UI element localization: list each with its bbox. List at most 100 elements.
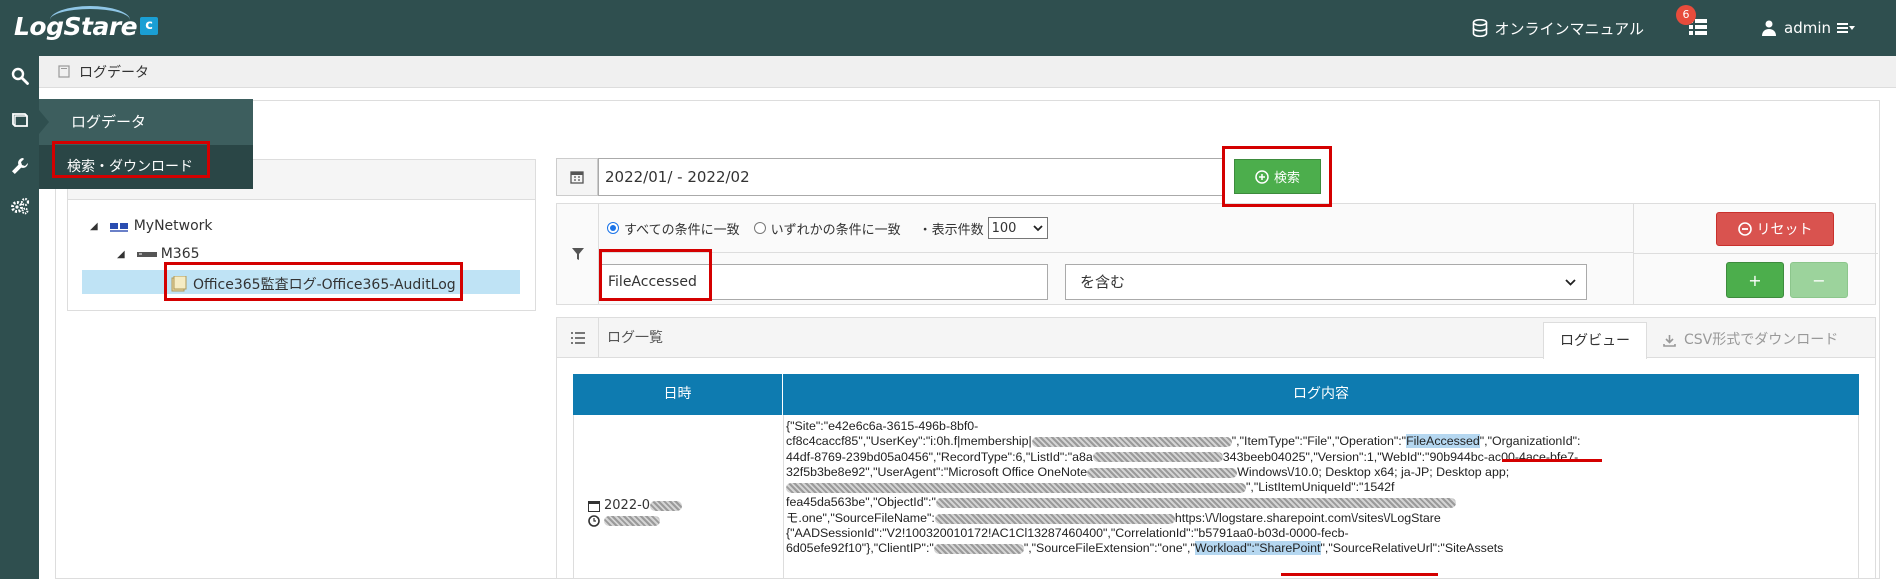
left-sidebar [0,56,39,579]
log-list-title: ログ一覧 [607,330,663,346]
logo-arc [50,6,130,20]
search-icon [11,67,29,85]
online-manual-label: オンラインマニュアル [1494,19,1644,38]
log-list-header: ログ一覧 ログビュー CSV形式でダウンロード [557,318,1875,359]
filter-options-row: すべての条件に一致 いずれかの条件に一致 ・表示件数 100 [599,204,1633,253]
collapse-arrow-icon[interactable]: ◢ [90,221,98,232]
log-text: ","ListItemUniqueId":"1542f [1246,480,1395,495]
log-text: ","OrganizationId": [1479,434,1581,449]
log-content-line: ","ListItemUniqueId":"1542f [786,480,1852,495]
date-cell: 2022-0 [574,415,784,579]
filter-icon-column [557,204,599,304]
condition-value: を含む [1080,273,1126,291]
tab-log-view[interactable]: ログビュー [1543,322,1647,359]
database-icon [1473,19,1488,37]
highlight-underline [1502,459,1602,462]
log-text: {"AADSessionId":"V2!100320010172!AC1Cl13… [786,526,1349,541]
gears-icon [10,197,29,215]
page-icon [58,65,70,78]
annotation-box [1222,146,1332,207]
user-icon [1762,20,1776,36]
flyout-title[interactable]: ログデータ [39,99,253,145]
logo[interactable]: LogStare c [14,6,159,44]
server-icon [136,252,157,257]
redacted-mark [1087,467,1238,478]
redacted-mark [1031,437,1232,448]
log-text: https:\/\/logstare.sharepoint.com\/sites… [1174,510,1441,525]
display-count-select[interactable]: 100 [987,217,1048,239]
column-header-content[interactable]: ログ内容 [783,374,1859,415]
reset-button[interactable]: リセット [1716,212,1834,246]
log-text: fea45da563be","ObjectId":" [786,495,936,510]
add-condition-button[interactable]: + [1726,262,1784,298]
display-count-value: 100 [991,220,1017,236]
network-icon [109,223,128,232]
user-name: admin [1784,19,1831,37]
wrench-icon [11,158,28,174]
log-content-line: 6d05efe92f10"},"ClientIP":" ","SourceFile… [786,541,1852,556]
column-header-date[interactable]: 日時 [573,374,783,415]
log-content-line: cf8c4caccf85","UserKey":"i:0h.f|membersh… [786,434,1852,449]
redacted-mark [650,500,683,511]
log-content-line: 44df-8769-239bd05a0456","RecordType":6,"… [786,450,1852,465]
collapse-arrow-icon[interactable]: ◢ [117,249,125,260]
highlighted-text: Workload":"SharePoint [1194,541,1321,556]
filter-block: すべての条件に一致 いずれかの条件に一致 ・表示件数 100 FileAcces… [556,203,1878,305]
annotation-box [599,249,712,301]
date-range-input[interactable]: 2022/01/ - 2022/02 [598,158,1223,196]
match-all-option[interactable]: すべての条件に一致 [607,219,740,238]
tree-node-m365[interactable]: ◢ M365 [117,246,200,262]
online-manual-link[interactable]: オンラインマニュアル [1472,18,1644,39]
log-date: 2022-0 [604,498,651,513]
date-line: 2022-0 [588,498,683,513]
match-all-radio[interactable] [607,222,619,234]
redacted-mark [604,516,660,526]
sidebar-tools[interactable] [0,146,39,186]
chevron-down-icon [1032,224,1043,231]
notification-count-badge: 6 [1676,5,1696,25]
user-menu[interactable]: admin [1762,19,1863,37]
log-text: ","ItemType":"File","Operation":" [1231,434,1407,449]
sidebar-log-data[interactable] [0,100,39,140]
match-all-label: すべての条件に一致 [624,222,740,238]
tree-label-host: M365 [160,246,200,262]
match-any-option[interactable]: いずれかの条件に一致 [753,219,901,238]
redacted-mark [786,482,1246,493]
logo-badge: c [140,17,159,35]
log-content-line: {"Site":"e42e6c6a-3615-496b-8bf0- [786,419,1852,434]
calendar-icon [588,500,600,512]
tab-csv-download[interactable]: CSV形式でダウンロード [1649,322,1849,358]
match-any-label: いずれかの条件に一致 [770,222,901,238]
notification-button[interactable]: 6 [1676,5,1710,39]
list-icon [570,332,585,344]
sidebar-settings[interactable] [0,186,39,226]
top-bar: LogStare c オンラインマニュアル 6 admin [0,0,1896,56]
redacted-mark [1092,452,1223,463]
calendar-button[interactable] [556,158,598,196]
chevron-down-icon [1565,278,1576,286]
sidebar-search[interactable] [0,56,39,96]
tab-csv-label: CSV形式でダウンロード [1684,332,1839,348]
redacted-mark [933,544,1024,555]
annotation-box [52,141,210,178]
condition-select[interactable]: を含む [1065,264,1587,300]
log-text: ","SourceFileExtension":"one"," [1023,541,1195,556]
remove-condition-button[interactable]: − [1790,262,1848,298]
menu-caret-icon [1837,23,1855,33]
tree-label-network: MyNetwork [133,218,213,234]
tree-node-mynetwork[interactable]: ◢ MyNetwork [90,218,213,234]
date-search-row: 2022/01/ - 2022/02 検索 [556,158,1876,198]
log-content-line: モ.one","SourceFileName": https:\/\/logsta… [786,511,1852,526]
table-row[interactable]: 2022-0 {"Site":"e42e6c6a-3615-496b-8bf0-… [573,415,1859,579]
highlighted-text: FileAccessed [1406,434,1480,449]
calendar-icon [570,171,584,184]
log-content-line: fea45da563be","ObjectId":" [786,495,1852,510]
filter-button-column: リセット + − [1633,204,1878,304]
redacted-mark [934,513,1175,524]
redacted-mark [935,498,1456,509]
log-content-cell: {"Site":"e42e6c6a-3615-496b-8bf0- cf8c4ca… [786,419,1852,557]
log-content-line: {"AADSessionId":"V2!100320010172!AC1Cl13… [786,526,1852,541]
match-any-radio[interactable] [753,222,766,234]
log-text: 44df-8769-239bd05a0456","RecordType":6,"… [786,449,1093,464]
filter-icon [571,248,584,260]
